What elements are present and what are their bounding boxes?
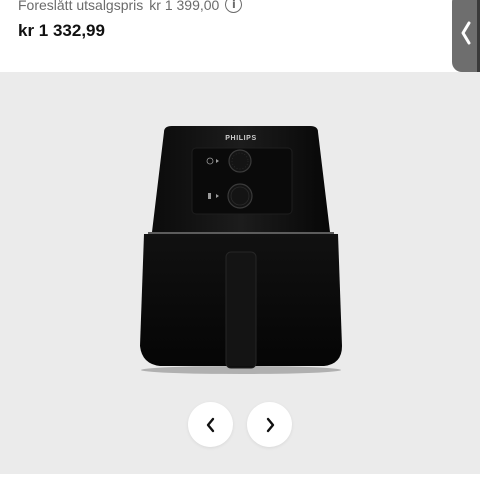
suggested-price-label: Foreslått utsalgspris [18,0,144,13]
chevron-left-icon [206,417,214,432]
info-icon[interactable]: i [225,0,243,13]
product-image: PHILIPS [140,126,342,374]
page-content-below [0,474,480,480]
price-section: Foreslått utsalgspris kr 1 399,00 i kr 1… [0,0,480,72]
next-image-button[interactable] [247,402,292,447]
image-gallery: PHILIPS [0,72,480,474]
chevron-right-icon [266,417,274,432]
side-panel-tab[interactable] [452,0,480,72]
product-page: Foreslått utsalgspris kr 1 399,00 i kr 1… [0,0,480,480]
current-price: kr 1 332,99 [18,21,105,40]
brand-text: PHILIPS [225,135,256,142]
chevron-left-icon [461,21,471,45]
suggested-price-row: Foreslått utsalgspris kr 1 399,00 i [18,0,243,13]
previous-image-button[interactable] [188,402,233,447]
suggested-price-value: kr 1 399,00 [149,0,220,13]
